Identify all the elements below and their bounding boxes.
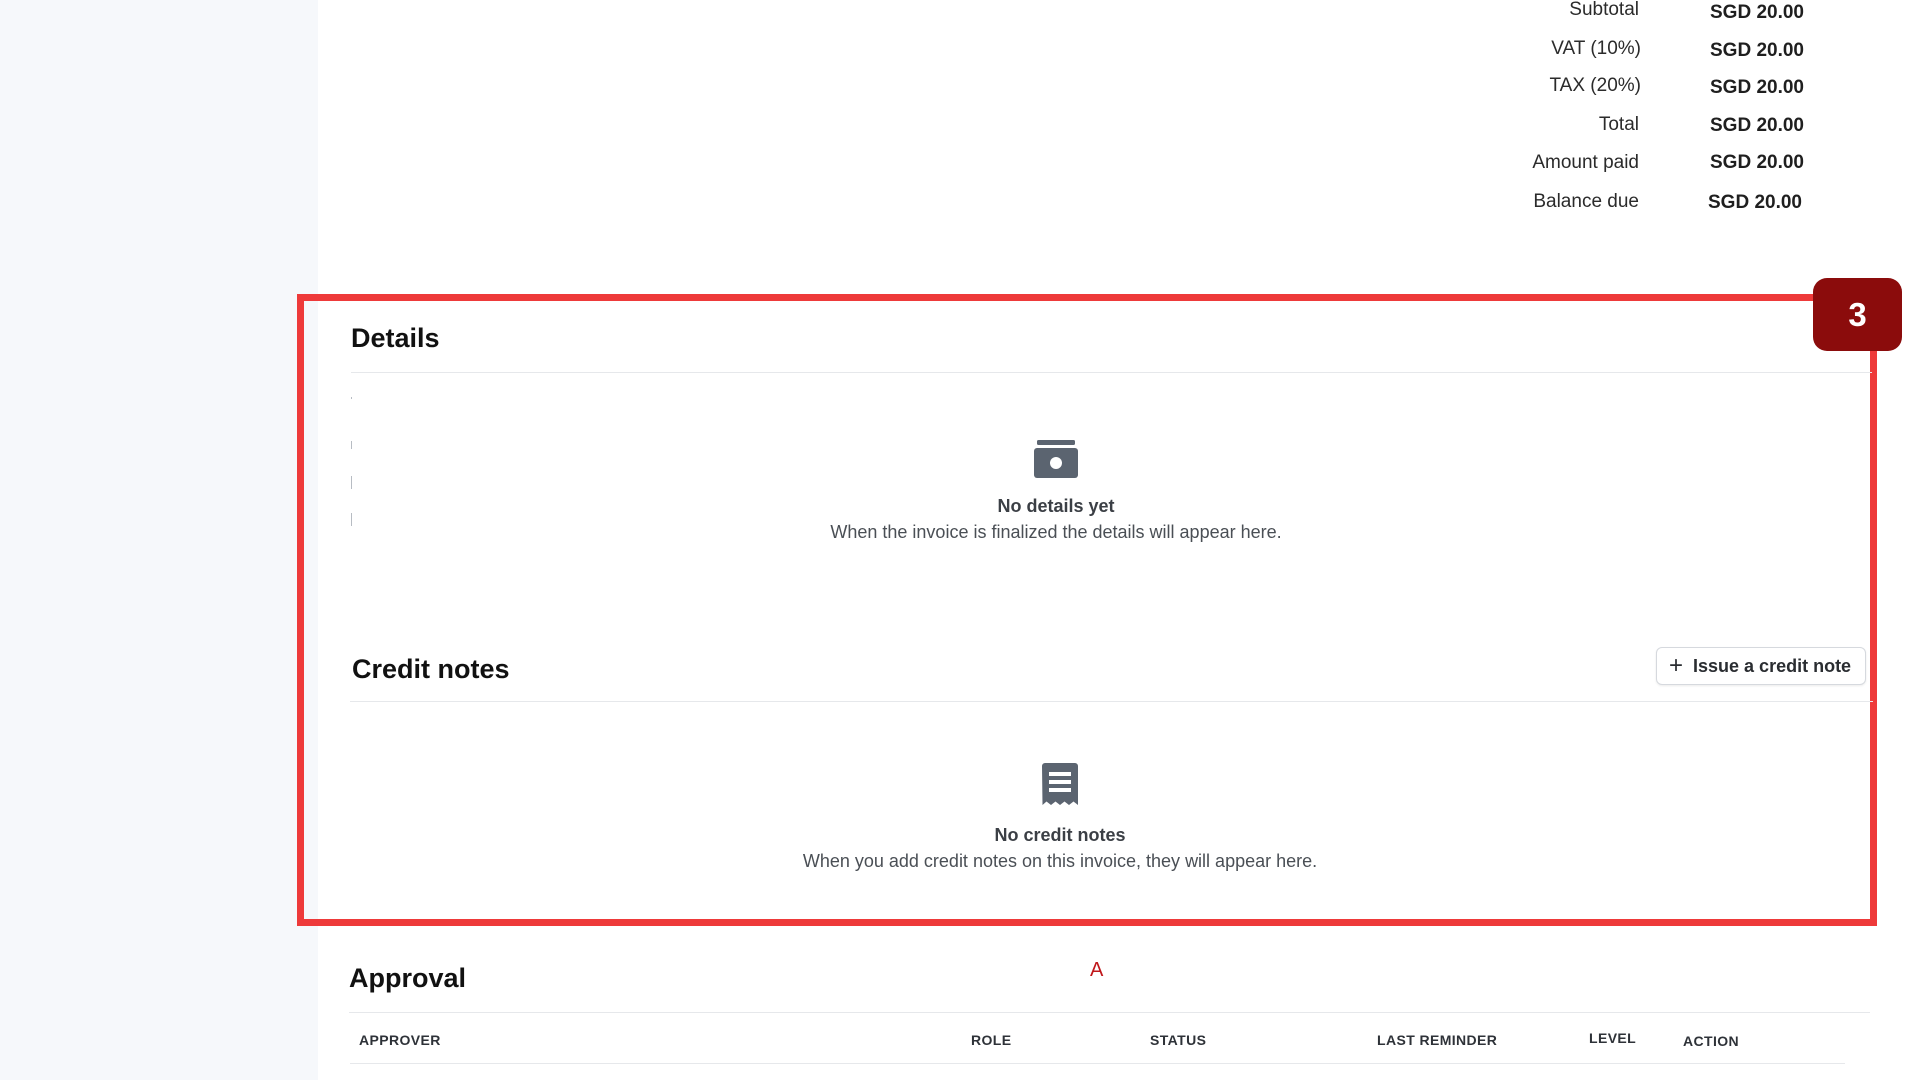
annotation-marker: A bbox=[1090, 959, 1104, 981]
column-header-action: ACTION bbox=[1683, 1033, 1740, 1049]
totals-value: SGD 20.00 bbox=[1710, 77, 1804, 98]
step-badge: 3 bbox=[1813, 278, 1902, 351]
tick-mark bbox=[351, 476, 352, 489]
issue-credit-note-button[interactable]: + Issue a credit note bbox=[1656, 647, 1866, 685]
credit-notes-empty-state: No credit notes When you add credit note… bbox=[710, 763, 1410, 874]
totals-label: Amount paid bbox=[1532, 152, 1639, 173]
approval-title: Approval bbox=[349, 963, 467, 993]
details-empty-desc: When the invoice is finalized the detail… bbox=[830, 522, 1282, 542]
column-header-last-reminder: LAST REMINDER bbox=[1377, 1032, 1498, 1048]
approval-header-divider bbox=[350, 1063, 1845, 1064]
totals-row-vat: VAT (10%) SGD 20.00 bbox=[1380, 38, 1820, 68]
totals-label: Balance due bbox=[1533, 191, 1639, 212]
column-header-level: LEVEL bbox=[1589, 1030, 1637, 1046]
receipt-icon bbox=[710, 763, 1410, 812]
approval-divider bbox=[349, 1012, 1870, 1013]
details-divider bbox=[351, 372, 1872, 373]
details-title: Details bbox=[351, 323, 440, 353]
totals-row-balance-due: Balance due SGD 20.00 bbox=[1380, 191, 1820, 221]
plus-icon: + bbox=[1669, 652, 1684, 679]
issue-credit-note-label: Issue a credit note bbox=[1693, 655, 1852, 676]
credit-notes-title: Credit notes bbox=[352, 654, 510, 684]
totals-row-total: Total SGD 20.00 bbox=[1380, 114, 1820, 144]
totals-row-tax: TAX (20%) SGD 20.00 bbox=[1380, 75, 1820, 105]
tick-mark bbox=[351, 397, 352, 399]
totals-row-subtotal: Subtotal SGD 20.00 bbox=[1380, 0, 1820, 30]
details-empty-title: No details yet bbox=[997, 496, 1115, 516]
totals-row-amount-paid: Amount paid SGD 20.00 bbox=[1380, 152, 1820, 182]
column-header-approver: APPROVER bbox=[359, 1032, 441, 1048]
column-header-role: ROLE bbox=[971, 1032, 1012, 1048]
camera-box-icon bbox=[756, 440, 1356, 483]
totals-value: SGD 20.00 bbox=[1710, 115, 1804, 136]
tick-mark bbox=[351, 513, 352, 526]
tick-mark bbox=[351, 441, 352, 449]
column-header-status: STATUS bbox=[1150, 1032, 1207, 1048]
details-empty-state: No details yet When the invoice is final… bbox=[756, 440, 1356, 545]
totals-label: Subtotal bbox=[1569, 0, 1639, 20]
credit-notes-empty-desc: When you add credit notes on this invoic… bbox=[802, 851, 1318, 871]
totals-value: SGD 20.00 bbox=[1710, 152, 1804, 173]
credit-notes-divider bbox=[350, 701, 1873, 702]
credit-notes-empty-title: No credit notes bbox=[994, 825, 1126, 845]
totals-value: SGD 20.00 bbox=[1710, 2, 1804, 23]
sidebar bbox=[0, 0, 318, 1080]
totals-value: SGD 20.00 bbox=[1708, 192, 1802, 213]
totals-value: SGD 20.00 bbox=[1710, 40, 1804, 61]
totals-label: VAT (10%) bbox=[1551, 38, 1641, 59]
totals-label: Total bbox=[1598, 114, 1639, 135]
totals-label: TAX (20%) bbox=[1549, 75, 1641, 96]
